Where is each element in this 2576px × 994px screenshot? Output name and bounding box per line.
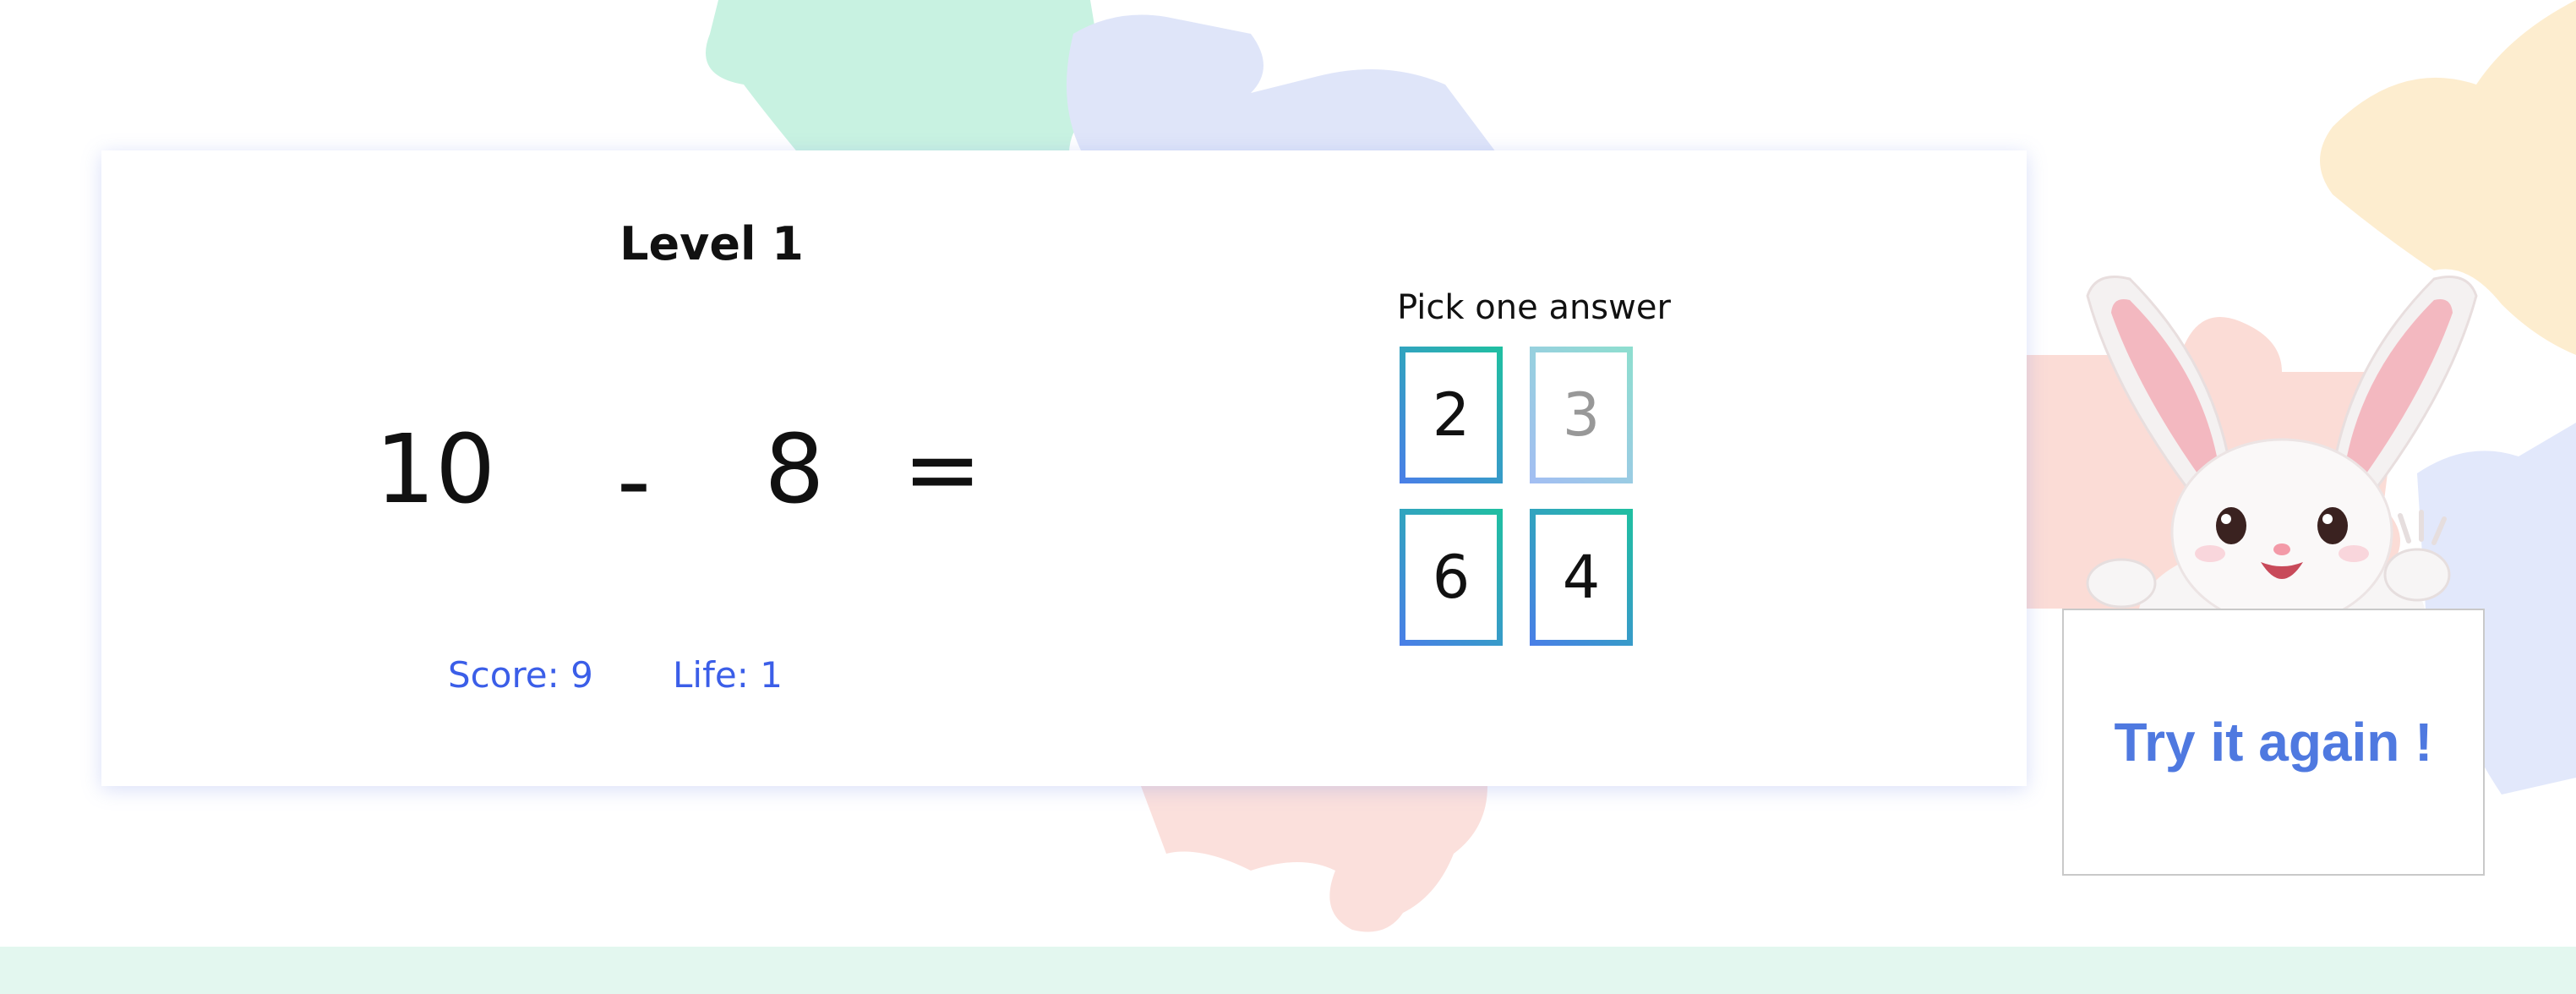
level-title: Level 1 <box>619 217 804 270</box>
life-display: Life: 1 <box>673 654 783 696</box>
operand-b: 8 <box>764 415 825 525</box>
puzzle-piece-blue <box>1067 14 1496 152</box>
answer-option-3[interactable]: 4 <box>1530 509 1633 646</box>
puzzle-piece-red <box>1141 786 1487 932</box>
bunny-nose <box>2273 543 2290 555</box>
game-card: Level 1 10 - 8 = Score: 9 Life: 1 Pick o… <box>101 150 2027 786</box>
answer-option-value: 4 <box>1536 515 1627 640</box>
bunny-left-eye <box>2216 507 2246 544</box>
operand-a: 10 <box>374 415 496 525</box>
bunny-right-eye <box>2317 507 2348 544</box>
try-again-button[interactable]: Try it again ! <box>2062 609 2485 876</box>
try-again-label: Try it again ! <box>2114 712 2433 773</box>
bunny-right-ear <box>2331 276 2478 492</box>
bunny-left-paw <box>2086 558 2157 609</box>
bunny-head <box>2170 438 2393 617</box>
score-display: Score: 9 <box>448 654 593 696</box>
answer-option-2[interactable]: 6 <box>1400 509 1503 646</box>
bunny-mascot-icon <box>2086 276 2478 617</box>
operator-sign: - <box>616 427 652 537</box>
answer-prompt: Pick one answer <box>1397 288 1671 327</box>
answer-option-value: 3 <box>1536 352 1627 478</box>
equals-sign: = <box>903 415 982 525</box>
footer-band <box>0 947 2576 994</box>
answer-option-value: 6 <box>1405 515 1497 640</box>
answer-option-0[interactable]: 2 <box>1400 347 1503 483</box>
bunny-right-paw <box>2383 548 2451 602</box>
answer-option-1[interactable]: 3 <box>1530 347 1633 483</box>
answer-option-value: 2 <box>1405 352 1497 478</box>
bunny-left-ear <box>2086 276 2233 492</box>
